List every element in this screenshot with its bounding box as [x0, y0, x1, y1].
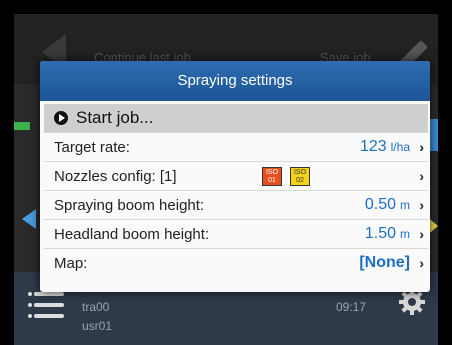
headland-boom-height-label: Headland boom height: — [54, 226, 210, 243]
map-label: Map: — [54, 255, 88, 272]
headland-boom-height-row[interactable]: Headland boom height: 1.50 m › — [44, 219, 428, 248]
map-value: [None] — [359, 254, 410, 271]
left-arrow-marker-icon — [22, 209, 36, 229]
nozzles-config-label: Nozzles config: [1] — [54, 168, 177, 185]
green-marker-icon — [14, 122, 30, 130]
spraying-settings-dialog: Spraying settings Start job... Target ra… — [40, 61, 430, 292]
start-job-button[interactable]: Start job... — [44, 104, 428, 132]
map-row[interactable]: Map: [None] › — [44, 248, 428, 277]
headland-boom-height-value: 1.50 m — [364, 225, 410, 242]
target-rate-label: Target rate: — [54, 139, 130, 156]
spraying-boom-height-row[interactable]: Spraying boom height: 0.50 m › — [44, 190, 428, 219]
play-icon — [54, 111, 68, 125]
list-menu-icon[interactable] — [34, 292, 64, 325]
spraying-boom-height-label: Spraying boom height: — [54, 197, 205, 214]
target-rate-row[interactable]: Target rate: 123 l/ha › — [44, 132, 428, 161]
chevron-right-icon: › — [419, 168, 424, 184]
nozzles-config-row[interactable]: Nozzles config: [1] ISO 01 ISO 02 › — [44, 161, 428, 190]
user-id: usr01 — [82, 319, 113, 333]
dialog-title: Spraying settings — [177, 72, 293, 89]
iso-02-badge: ISO 02 — [290, 167, 310, 186]
start-job-label: Start job... — [76, 108, 154, 127]
tractor-id: tra00 — [82, 300, 110, 314]
chevron-right-icon: › — [419, 226, 424, 242]
chevron-right-icon: › — [419, 197, 424, 213]
chevron-right-icon: › — [419, 255, 424, 271]
target-rate-value: 123 l/ha — [359, 138, 410, 155]
clock: 09:17 — [336, 300, 367, 314]
iso-01-badge: ISO 01 — [262, 167, 282, 186]
spraying-boom-height-value: 0.50 m — [364, 196, 410, 213]
gear-icon[interactable] — [398, 288, 426, 316]
dialog-header: Spraying settings — [40, 61, 430, 101]
chevron-right-icon: › — [419, 139, 424, 155]
